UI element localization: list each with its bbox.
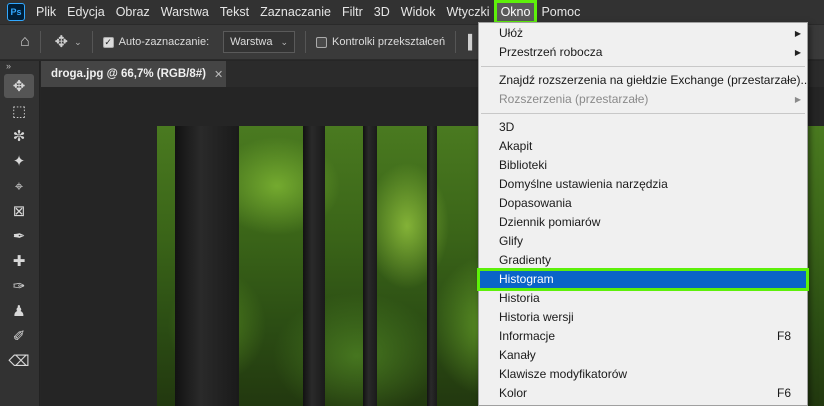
options-divider xyxy=(455,31,457,53)
menu-item-label: Glify xyxy=(499,234,523,248)
options-divider xyxy=(39,31,41,53)
tree-trunk-shape xyxy=(363,126,377,406)
tree-trunk-shape xyxy=(427,126,437,406)
move-options-icon[interactable]: ✥ xyxy=(55,32,68,52)
photoshop-window: Ps Plik Edycja Obraz Warstwa Tekst Zazna… xyxy=(0,0,824,406)
menu-item-label: Historia xyxy=(499,291,540,305)
submenu-arrow-icon: ▶ xyxy=(794,95,801,104)
menu-item-label: Historia wersji xyxy=(499,310,574,324)
menu-plik[interactable]: Plik xyxy=(31,2,61,22)
menu-warstwa[interactable]: Warstwa xyxy=(156,2,214,22)
menu-item-label: Akapit xyxy=(499,139,533,153)
menu-zaznaczanie[interactable]: Zaznaczanie xyxy=(255,2,336,22)
menu-item-shortcut: F8 xyxy=(776,329,791,343)
menu-item-tool-presets[interactable]: Domyślne ustawienia narzędzia xyxy=(479,175,807,194)
home-icon[interactable]: ⌂ xyxy=(20,33,30,51)
menu-item-label: Ułóż xyxy=(499,26,524,40)
menu-item-version-history[interactable]: Historia wersji xyxy=(479,308,807,327)
menu-item-shortcut: F6 xyxy=(776,386,791,400)
auto-select-checkbox[interactable]: ✓ xyxy=(102,36,114,48)
collapse-panel-icon[interactable]: » xyxy=(0,61,39,73)
frame-tool-icon[interactable]: ⊠ xyxy=(4,199,34,223)
chevron-down-icon[interactable]: ⌄ xyxy=(74,37,82,48)
menu-item-akapit[interactable]: Akapit xyxy=(479,137,807,156)
menu-tekst[interactable]: Tekst xyxy=(215,2,254,22)
menu-edycja[interactable]: Edycja xyxy=(62,2,110,22)
auto-select-label: Auto-zaznaczanie: xyxy=(118,36,210,48)
brush-tool-icon[interactable]: ✑ xyxy=(4,274,34,298)
menu-widok[interactable]: Widok xyxy=(396,2,441,22)
eraser-tool-icon[interactable]: ⌫ xyxy=(4,349,34,373)
menu-okno[interactable]: Okno xyxy=(493,0,538,24)
menu-pomoc[interactable]: Pomoc xyxy=(536,2,585,22)
document-tab[interactable]: droga.jpg @ 66,7% (RGB/8#) ✕ xyxy=(41,61,226,87)
menu-item-biblioteki[interactable]: Biblioteki xyxy=(479,156,807,175)
eyedropper-tool-icon[interactable]: ✒ xyxy=(4,224,34,248)
menu-item-label: Kanały xyxy=(499,348,536,362)
menu-item-kanaly[interactable]: Kanały xyxy=(479,346,807,365)
menu-item-measurement-log[interactable]: Dziennik pomiarów xyxy=(479,213,807,232)
menu-filtr[interactable]: Filtr xyxy=(337,2,368,22)
menu-separator xyxy=(481,113,805,114)
menu-item-histogram[interactable]: Histogram xyxy=(477,268,809,291)
tree-trunk-shape xyxy=(303,126,325,406)
move-tool-icon[interactable]: ✥ xyxy=(4,74,34,98)
menu-item-glify[interactable]: Glify xyxy=(479,232,807,251)
menu-item-modifier-keys[interactable]: Klawisze modyfikatorów xyxy=(479,365,807,384)
crop-tool-icon[interactable]: ⌖ xyxy=(4,174,34,198)
menu-item-label: Biblioteki xyxy=(499,158,548,172)
layer-group-dropdown[interactable]: Warstwa ⌄ xyxy=(223,31,296,53)
menu-item-label: Znajdź rozszerzenia na giełdzie Exchange… xyxy=(499,73,811,87)
photoshop-logo: Ps xyxy=(7,3,25,21)
options-divider xyxy=(91,31,93,53)
menu-item-historia[interactable]: Historia xyxy=(479,289,807,308)
clone-stamp-tool-icon[interactable]: ♟ xyxy=(4,299,34,323)
history-brush-tool-icon[interactable]: ✐ xyxy=(4,324,34,348)
menu-item-find-extensions[interactable]: Znajdź rozszerzenia na giełdzie Exchange… xyxy=(479,71,811,90)
document-tab-title: droga.jpg @ 66,7% (RGB/8#) xyxy=(51,68,206,80)
menu-item-label: Dziennik pomiarów xyxy=(499,215,601,229)
marquee-tool-icon[interactable]: ⬚ xyxy=(4,99,34,123)
healing-brush-tool-icon[interactable]: ✚ xyxy=(4,249,34,273)
menu-wtyczki[interactable]: Wtyczki xyxy=(442,2,495,22)
menu-item-label: Klawisze modyfikatorów xyxy=(499,367,628,381)
transform-controls-checkbox[interactable] xyxy=(316,36,328,48)
layer-group-dropdown-value: Warstwa xyxy=(230,36,273,48)
menu-item-label: Przestrzeń robocza xyxy=(499,45,603,59)
menu-item-label: Gradienty xyxy=(499,253,552,267)
chevron-down-icon: ⌄ xyxy=(280,36,289,47)
menu-item-gradienty[interactable]: Gradienty xyxy=(479,251,807,270)
menu-item-label: Rozszerzenia (przestarzałe) xyxy=(499,92,649,106)
menu-obraz[interactable]: Obraz xyxy=(111,2,155,22)
submenu-arrow-icon: ▶ xyxy=(794,29,801,38)
menu-item-extensions: Rozszerzenia (przestarzałe) ▶ xyxy=(479,90,807,109)
menu-bar: Ps Plik Edycja Obraz Warstwa Tekst Zazna… xyxy=(0,0,824,24)
tree-trunk-shape xyxy=(175,126,239,406)
menu-separator xyxy=(481,66,805,67)
window-menu-dropdown: Ułóż ▶ Przestrzeń robocza ▶ Znajdź rozsz… xyxy=(477,22,811,406)
menu-item-label: Domyślne ustawienia narzędzia xyxy=(499,177,668,191)
menu-item-workspace[interactable]: Przestrzeń robocza ▶ xyxy=(479,43,807,62)
submenu-arrow-icon: ▶ xyxy=(794,48,801,57)
menu-item-label: Informacje xyxy=(499,329,556,343)
menu-3d[interactable]: 3D xyxy=(369,2,395,22)
menu-item-3d[interactable]: 3D xyxy=(479,118,807,137)
lasso-tool-icon[interactable]: ✼ xyxy=(4,124,34,148)
transform-controls-label: Kontrolki przekształceń xyxy=(332,36,446,48)
close-icon[interactable]: ✕ xyxy=(214,68,223,81)
tools-panel: » ✥ ⬚ ✼ ✦ ⌖ ⊠ ✒ ✚ ✑ ♟ ✐ ⌫ xyxy=(0,61,40,406)
menu-item-label: 3D xyxy=(499,120,515,134)
menu-item-uloz[interactable]: Ułóż ▶ xyxy=(479,24,807,43)
menu-item-label: Kolor xyxy=(499,386,528,400)
magic-wand-tool-icon[interactable]: ✦ xyxy=(4,149,34,173)
options-divider xyxy=(305,31,307,53)
menu-item-kolor[interactable]: Kolor F6 xyxy=(479,384,807,403)
menu-item-informacje[interactable]: Informacje F8 xyxy=(479,327,807,346)
menu-item-dopasowania[interactable]: Dopasowania xyxy=(479,194,807,213)
menu-item-label: Histogram xyxy=(499,272,554,286)
menu-item-label: Dopasowania xyxy=(499,196,572,210)
